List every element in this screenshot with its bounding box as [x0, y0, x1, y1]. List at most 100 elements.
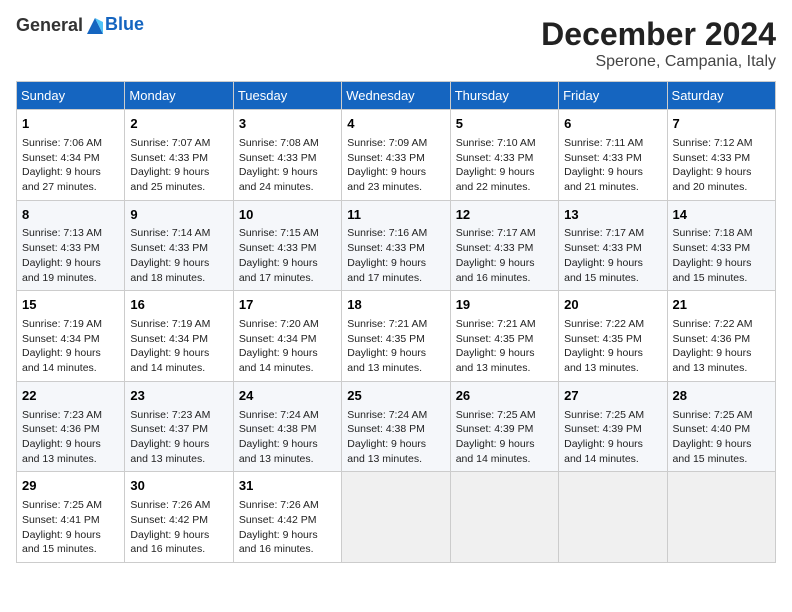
day-detail: Sunrise: 7:19 AMSunset: 4:34 PMDaylight:…	[130, 317, 227, 376]
calendar-cell: 11Sunrise: 7:16 AMSunset: 4:33 PMDayligh…	[342, 200, 450, 291]
day-detail: Sunrise: 7:22 AMSunset: 4:36 PMDaylight:…	[673, 317, 770, 376]
logo-icon	[85, 16, 105, 36]
calendar-cell: 9Sunrise: 7:14 AMSunset: 4:33 PMDaylight…	[125, 200, 233, 291]
calendar-cell	[559, 472, 667, 563]
day-number: 24	[239, 387, 336, 406]
day-detail: Sunrise: 7:22 AMSunset: 4:35 PMDaylight:…	[564, 317, 661, 376]
day-number: 28	[673, 387, 770, 406]
day-detail: Sunrise: 7:19 AMSunset: 4:34 PMDaylight:…	[22, 317, 119, 376]
calendar-cell: 21 Sunrise: 7:22 AMSunset: 4:36 PMDayligh…	[667, 291, 775, 382]
page-subtitle: Sperone, Campania, Italy	[541, 53, 776, 71]
day-number: 4	[347, 115, 444, 134]
weekday-header-wednesday: Wednesday	[342, 82, 450, 110]
calendar-cell: 15 Sunrise: 7:19 AMSunset: 4:34 PMDayligh…	[17, 291, 125, 382]
day-detail: Sunrise: 7:23 AMSunset: 4:36 PMDaylight:…	[22, 408, 119, 467]
day-number: 11	[347, 206, 444, 225]
day-number: 15	[22, 296, 119, 315]
day-detail: Sunrise: 7:07 AMSunset: 4:33 PMDaylight:…	[130, 136, 227, 195]
calendar-cell: 3 Sunrise: 7:08 AMSunset: 4:33 PMDaylight…	[233, 110, 341, 201]
calendar-cell: 5 Sunrise: 7:10 AMSunset: 4:33 PMDaylight…	[450, 110, 558, 201]
day-number: 20	[564, 296, 661, 315]
day-number: 16	[130, 296, 227, 315]
weekday-header-friday: Friday	[559, 82, 667, 110]
day-detail: Sunrise: 7:26 AMSunset: 4:42 PMDaylight:…	[130, 498, 227, 557]
day-detail: Sunrise: 7:26 AMSunset: 4:42 PMDaylight:…	[239, 498, 336, 557]
calendar-cell: 16 Sunrise: 7:19 AMSunset: 4:34 PMDayligh…	[125, 291, 233, 382]
calendar-table: SundayMondayTuesdayWednesdayThursdayFrid…	[16, 81, 776, 563]
calendar-cell: 20 Sunrise: 7:22 AMSunset: 4:35 PMDayligh…	[559, 291, 667, 382]
calendar-cell: 28 Sunrise: 7:25 AMSunset: 4:40 PMDayligh…	[667, 381, 775, 472]
day-detail: Sunrise: 7:23 AMSunset: 4:37 PMDaylight:…	[130, 408, 227, 467]
day-detail: Sunrise: 7:14 AMSunset: 4:33 PMDaylight:…	[130, 226, 227, 285]
calendar-cell: 6 Sunrise: 7:11 AMSunset: 4:33 PMDaylight…	[559, 110, 667, 201]
day-number: 30	[130, 477, 227, 496]
calendar-cell: 4 Sunrise: 7:09 AMSunset: 4:33 PMDaylight…	[342, 110, 450, 201]
day-detail: Sunrise: 7:20 AMSunset: 4:34 PMDaylight:…	[239, 317, 336, 376]
day-detail: Sunrise: 7:25 AMSunset: 4:39 PMDaylight:…	[564, 408, 661, 467]
day-detail: Sunrise: 7:21 AMSunset: 4:35 PMDaylight:…	[347, 317, 444, 376]
calendar-cell: 17 Sunrise: 7:20 AMSunset: 4:34 PMDayligh…	[233, 291, 341, 382]
day-number: 29	[22, 477, 119, 496]
day-number: 9	[130, 206, 227, 225]
page-title: December 2024	[541, 16, 776, 53]
day-number: 3	[239, 115, 336, 134]
calendar-cell: 30 Sunrise: 7:26 AMSunset: 4:42 PMDayligh…	[125, 472, 233, 563]
title-block: December 2024 Sperone, Campania, Italy	[541, 16, 776, 71]
calendar-cell: 18 Sunrise: 7:21 AMSunset: 4:35 PMDayligh…	[342, 291, 450, 382]
weekday-header-tuesday: Tuesday	[233, 82, 341, 110]
calendar-cell: 19Sunrise: 7:21 AMSunset: 4:35 PMDayligh…	[450, 291, 558, 382]
day-detail: Sunrise: 7:25 AMSunset: 4:41 PMDaylight:…	[22, 498, 119, 557]
day-number: 23	[130, 387, 227, 406]
day-number: 22	[22, 387, 119, 406]
calendar-cell: 13Sunrise: 7:17 AMSunset: 4:33 PMDayligh…	[559, 200, 667, 291]
calendar-cell	[342, 472, 450, 563]
day-number: 6	[564, 115, 661, 134]
day-number: 17	[239, 296, 336, 315]
day-number: 25	[347, 387, 444, 406]
logo-blue: Blue	[105, 15, 144, 35]
calendar-cell: 31Sunrise: 7:26 AMSunset: 4:42 PMDayligh…	[233, 472, 341, 563]
weekday-header-monday: Monday	[125, 82, 233, 110]
day-number: 26	[456, 387, 553, 406]
calendar-cell: 7 Sunrise: 7:12 AMSunset: 4:33 PMDaylight…	[667, 110, 775, 201]
day-detail: Sunrise: 7:11 AMSunset: 4:33 PMDaylight:…	[564, 136, 661, 195]
logo-general: General	[16, 15, 83, 35]
calendar-cell: 25 Sunrise: 7:24 AMSunset: 4:38 PMDayligh…	[342, 381, 450, 472]
calendar-cell: 8Sunrise: 7:13 AMSunset: 4:33 PMDaylight…	[17, 200, 125, 291]
day-number: 5	[456, 115, 553, 134]
weekday-header-saturday: Saturday	[667, 82, 775, 110]
day-number: 1	[22, 115, 119, 134]
day-number: 18	[347, 296, 444, 315]
calendar-cell: 12Sunrise: 7:17 AMSunset: 4:33 PMDayligh…	[450, 200, 558, 291]
day-number: 8	[22, 206, 119, 225]
day-detail: Sunrise: 7:15 AMSunset: 4:33 PMDaylight:…	[239, 226, 336, 285]
day-number: 12	[456, 206, 553, 225]
calendar-cell: 26Sunrise: 7:25 AMSunset: 4:39 PMDayligh…	[450, 381, 558, 472]
calendar-cell: 10Sunrise: 7:15 AMSunset: 4:33 PMDayligh…	[233, 200, 341, 291]
day-detail: Sunrise: 7:12 AMSunset: 4:33 PMDaylight:…	[673, 136, 770, 195]
weekday-header-thursday: Thursday	[450, 82, 558, 110]
day-number: 10	[239, 206, 336, 225]
day-detail: Sunrise: 7:24 AMSunset: 4:38 PMDaylight:…	[347, 408, 444, 467]
day-detail: Sunrise: 7:09 AMSunset: 4:33 PMDaylight:…	[347, 136, 444, 195]
day-detail: Sunrise: 7:25 AMSunset: 4:40 PMDaylight:…	[673, 408, 770, 467]
calendar-cell	[450, 472, 558, 563]
calendar-cell: 24Sunrise: 7:24 AMSunset: 4:38 PMDayligh…	[233, 381, 341, 472]
day-detail: Sunrise: 7:17 AMSunset: 4:33 PMDaylight:…	[564, 226, 661, 285]
day-detail: Sunrise: 7:21 AMSunset: 4:35 PMDaylight:…	[456, 317, 553, 376]
day-number: 21	[673, 296, 770, 315]
day-number: 2	[130, 115, 227, 134]
day-detail: Sunrise: 7:06 AMSunset: 4:34 PMDaylight:…	[22, 136, 119, 195]
calendar-cell: 27 Sunrise: 7:25 AMSunset: 4:39 PMDayligh…	[559, 381, 667, 472]
day-detail: Sunrise: 7:16 AMSunset: 4:33 PMDaylight:…	[347, 226, 444, 285]
day-detail: Sunrise: 7:10 AMSunset: 4:33 PMDaylight:…	[456, 136, 553, 195]
day-number: 7	[673, 115, 770, 134]
day-detail: Sunrise: 7:13 AMSunset: 4:33 PMDaylight:…	[22, 226, 119, 285]
day-number: 13	[564, 206, 661, 225]
page-header: General Blue December 2024 Sperone, Camp…	[16, 16, 776, 71]
calendar-cell: 22 Sunrise: 7:23 AMSunset: 4:36 PMDayligh…	[17, 381, 125, 472]
day-number: 27	[564, 387, 661, 406]
weekday-header-sunday: Sunday	[17, 82, 125, 110]
day-detail: Sunrise: 7:08 AMSunset: 4:33 PMDaylight:…	[239, 136, 336, 195]
day-number: 14	[673, 206, 770, 225]
